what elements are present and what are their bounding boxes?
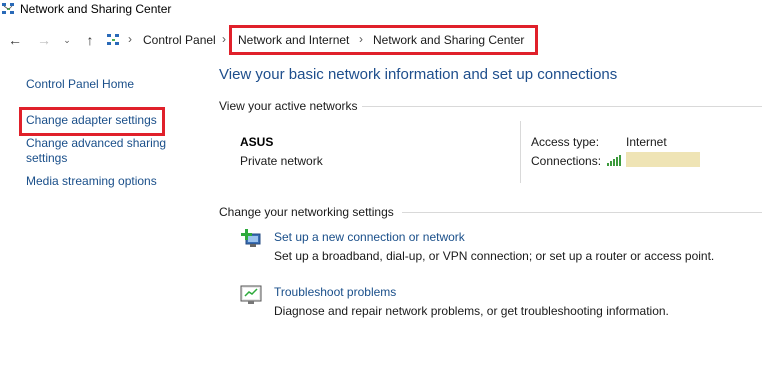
troubleshoot-problems-link[interactable]: Troubleshoot problems	[274, 285, 396, 299]
control-panel-icon	[107, 34, 119, 45]
back-arrow-icon[interactable]: ←	[5, 30, 25, 50]
page-heading: View your basic network information and …	[219, 66, 618, 83]
breadcrumb-control-panel[interactable]: Control Panel	[143, 33, 216, 47]
network-name: ASUS	[240, 135, 274, 149]
troubleshoot-problems-description: Diagnose and repair network problems, or…	[274, 304, 669, 318]
access-type-value: Internet	[626, 135, 667, 149]
section-divider	[402, 212, 762, 213]
window-title: Network and Sharing Center	[20, 2, 172, 16]
media-streaming-options-link[interactable]: Media streaming options	[26, 174, 157, 189]
recent-locations-chevron-icon[interactable]: ⌄	[60, 30, 74, 50]
breadcrumb-separator-icon[interactable]: ›	[222, 32, 226, 46]
change-advanced-sharing-settings-link[interactable]: Change advanced sharing settings	[26, 136, 166, 166]
adapter-settings-highlight-box	[19, 107, 165, 136]
advanced-sharing-link-line1: Change advanced sharing	[26, 136, 167, 150]
network-sharing-center-icon	[2, 3, 14, 14]
forward-arrow-icon[interactable]: →	[34, 30, 54, 50]
network-category: Private network	[240, 154, 323, 168]
set-up-new-connection-description: Set up a broadband, dial-up, or VPN conn…	[274, 249, 715, 263]
connections-label: Connections:	[531, 154, 602, 168]
troubleshoot-icon	[240, 285, 262, 304]
section-divider	[362, 106, 762, 107]
set-up-new-connection-link[interactable]: Set up a new connection or network	[274, 230, 465, 244]
networking-settings-title: Change your networking settings	[219, 205, 394, 219]
up-arrow-icon[interactable]: ↑	[80, 30, 100, 50]
connection-name-redacted[interactable]	[626, 152, 700, 167]
wifi-signal-icon	[607, 155, 621, 166]
new-connection-icon	[241, 229, 261, 247]
active-networks-title: View your active networks	[219, 99, 358, 113]
advanced-sharing-link-line2: settings	[26, 151, 68, 165]
breadcrumb-highlight-box	[229, 25, 538, 55]
vertical-divider	[520, 121, 521, 183]
access-type-label: Access type:	[531, 135, 600, 149]
breadcrumb-separator-icon[interactable]: ›	[128, 32, 132, 46]
control-panel-home-link[interactable]: Control Panel Home	[26, 77, 134, 92]
title-bar: Network and Sharing Center	[0, 0, 765, 22]
